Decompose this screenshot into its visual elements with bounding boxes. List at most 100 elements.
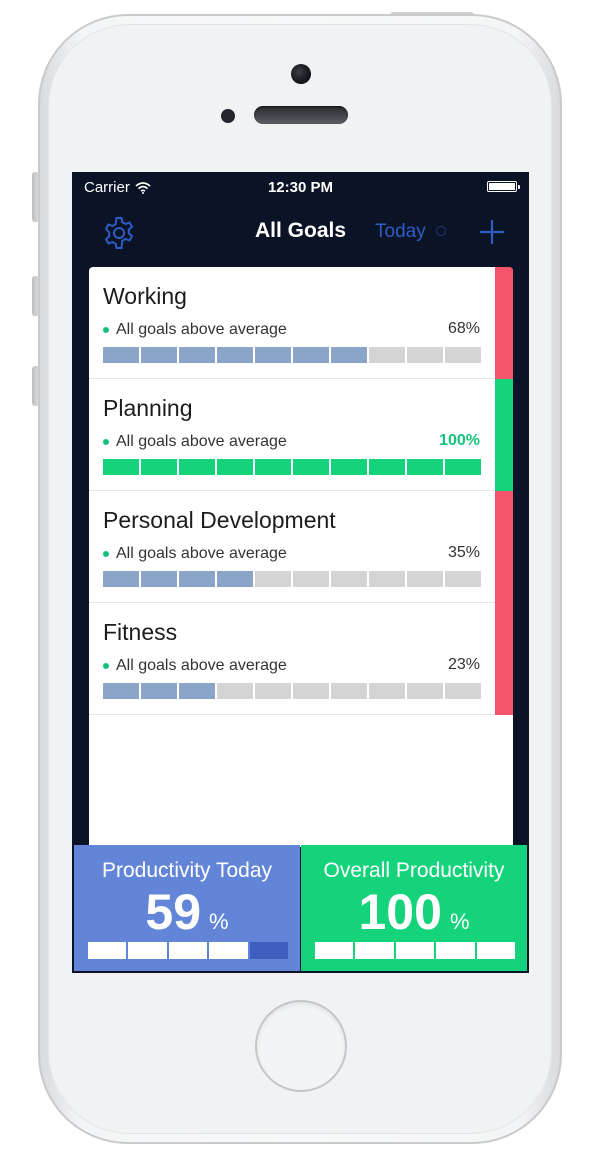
- progress-segment-filled: [103, 683, 139, 699]
- nav-bar: All Goals Today: [72, 202, 529, 262]
- proximity-sensor: [221, 109, 235, 123]
- goal-status-text: All goals above average: [116, 433, 287, 450]
- progress-segment-filled: [179, 571, 215, 587]
- goal-row[interactable]: Fitness All goals above average 23%: [89, 603, 513, 715]
- progress-segment-filled: [179, 347, 215, 363]
- progress-segment-empty: [445, 683, 481, 699]
- progress-segment-empty: [407, 683, 443, 699]
- progress-segment-filled: [168, 942, 208, 959]
- progress-segment-filled: [217, 571, 253, 587]
- progress-segment-filled: [209, 942, 248, 959]
- page-title: All Goals: [254, 219, 347, 242]
- goal-name: Working: [103, 283, 187, 309]
- status-bar: Carrier 12:30 PM: [72, 172, 529, 202]
- goal-percent: 35%: [447, 544, 480, 561]
- progress-segment-empty: [407, 571, 443, 587]
- goal-status: All goals above average: [103, 657, 287, 675]
- progress-segment-empty: [255, 683, 291, 699]
- progress-segment-filled: [141, 459, 177, 475]
- progress-segment-filled: [103, 347, 139, 363]
- progress-segment-empty: [369, 683, 405, 699]
- progress-segment-empty: [217, 683, 253, 699]
- progress-segment-empty: [445, 347, 481, 363]
- progress-segment-empty: [249, 942, 289, 959]
- goal-row[interactable]: Planning All goals above average 100%: [89, 379, 513, 491]
- progress-segment-filled: [331, 459, 367, 475]
- productivity-today-panel[interactable]: Productivity Today 59 %: [74, 845, 300, 971]
- progress-segment-empty: [407, 347, 443, 363]
- goal-row[interactable]: Working All goals above average 68%: [89, 267, 513, 379]
- overall-productivity-title: Overall Productivity: [323, 859, 505, 882]
- progress-segment-empty: [331, 571, 367, 587]
- progress-segment-filled: [407, 459, 443, 475]
- progress-segment-filled: [141, 347, 177, 363]
- progress-segment-filled: [179, 683, 215, 699]
- goal-progress-bar: [103, 459, 481, 475]
- progress-segment-filled: [255, 459, 291, 475]
- plus-icon[interactable]: [477, 217, 507, 247]
- goal-percent: 68%: [447, 320, 480, 337]
- progress-segment-filled: [369, 459, 405, 475]
- goal-name: Fitness: [103, 619, 178, 645]
- status-dot: [103, 327, 109, 333]
- progress-segment-empty: [255, 571, 291, 587]
- goal-list: Working All goals above average 68% Plan…: [89, 267, 513, 847]
- progress-segment-filled: [88, 942, 127, 959]
- status-dot: [103, 551, 109, 557]
- front-camera: [291, 64, 311, 84]
- progress-segment-filled: [445, 459, 481, 475]
- progress-segment-empty: [369, 571, 405, 587]
- status-dot: [103, 663, 109, 669]
- goal-name: Personal Development: [103, 507, 336, 533]
- productivity-today-value: 59 %: [74, 883, 300, 941]
- goal-status: All goals above average: [103, 545, 287, 563]
- goal-status-stripe: [495, 267, 513, 379]
- progress-segment-empty: [331, 683, 367, 699]
- overall-productivity-number: 100: [358, 884, 442, 940]
- progress-segment-filled: [179, 459, 215, 475]
- progress-segment-filled: [293, 459, 329, 475]
- today-button[interactable]: Today: [375, 221, 426, 243]
- page-indicator-dot: [436, 226, 446, 236]
- progress-segment-filled: [128, 942, 167, 959]
- progress-segment-empty: [445, 571, 481, 587]
- progress-segment-filled: [103, 459, 139, 475]
- progress-segment-empty: [293, 683, 329, 699]
- home-button: [255, 1000, 347, 1092]
- progress-segment-filled: [103, 571, 139, 587]
- goal-progress-bar: [103, 571, 481, 587]
- progress-segment-filled: [395, 942, 435, 959]
- progress-segment-filled: [217, 347, 253, 363]
- progress-segment-filled: [355, 942, 394, 959]
- progress-segment-filled: [436, 942, 475, 959]
- goal-name: Planning: [103, 395, 193, 421]
- progress-segment-filled: [141, 571, 177, 587]
- goal-percent: 100%: [439, 432, 480, 449]
- goal-status-stripe: [495, 491, 513, 603]
- productivity-today-title: Productivity Today: [101, 859, 273, 882]
- goal-status-stripe: [495, 603, 513, 715]
- goal-row[interactable]: Personal Development All goals above ave…: [89, 491, 513, 603]
- progress-segment-empty: [293, 571, 329, 587]
- progress-segment-filled: [141, 683, 177, 699]
- goal-status-text: All goals above average: [116, 545, 287, 562]
- progress-segment-empty: [369, 347, 405, 363]
- overall-productivity-panel[interactable]: Overall Productivity 100 %: [301, 845, 527, 971]
- overall-productivity-bar: [315, 942, 516, 959]
- overall-productivity-value: 100 %: [301, 883, 527, 941]
- goal-progress-bar: [103, 347, 481, 363]
- progress-segment-filled: [255, 347, 291, 363]
- progress-segment-filled: [315, 942, 354, 959]
- progress-segment-filled: [331, 347, 367, 363]
- progress-segment-filled: [217, 459, 253, 475]
- goal-progress-bar: [103, 683, 481, 699]
- productivity-today-bar: [88, 942, 289, 959]
- earpiece-speaker: [254, 106, 348, 124]
- goal-status-text: All goals above average: [116, 657, 287, 674]
- goal-status: All goals above average: [103, 433, 287, 451]
- productivity-today-unit: %: [209, 909, 229, 934]
- overall-productivity-unit: %: [449, 909, 470, 934]
- app-screen: Carrier 12:30 PM All Goals Today Working…: [72, 172, 529, 973]
- goal-status: All goals above average: [103, 321, 287, 339]
- clock: 12:30 PM: [267, 179, 334, 196]
